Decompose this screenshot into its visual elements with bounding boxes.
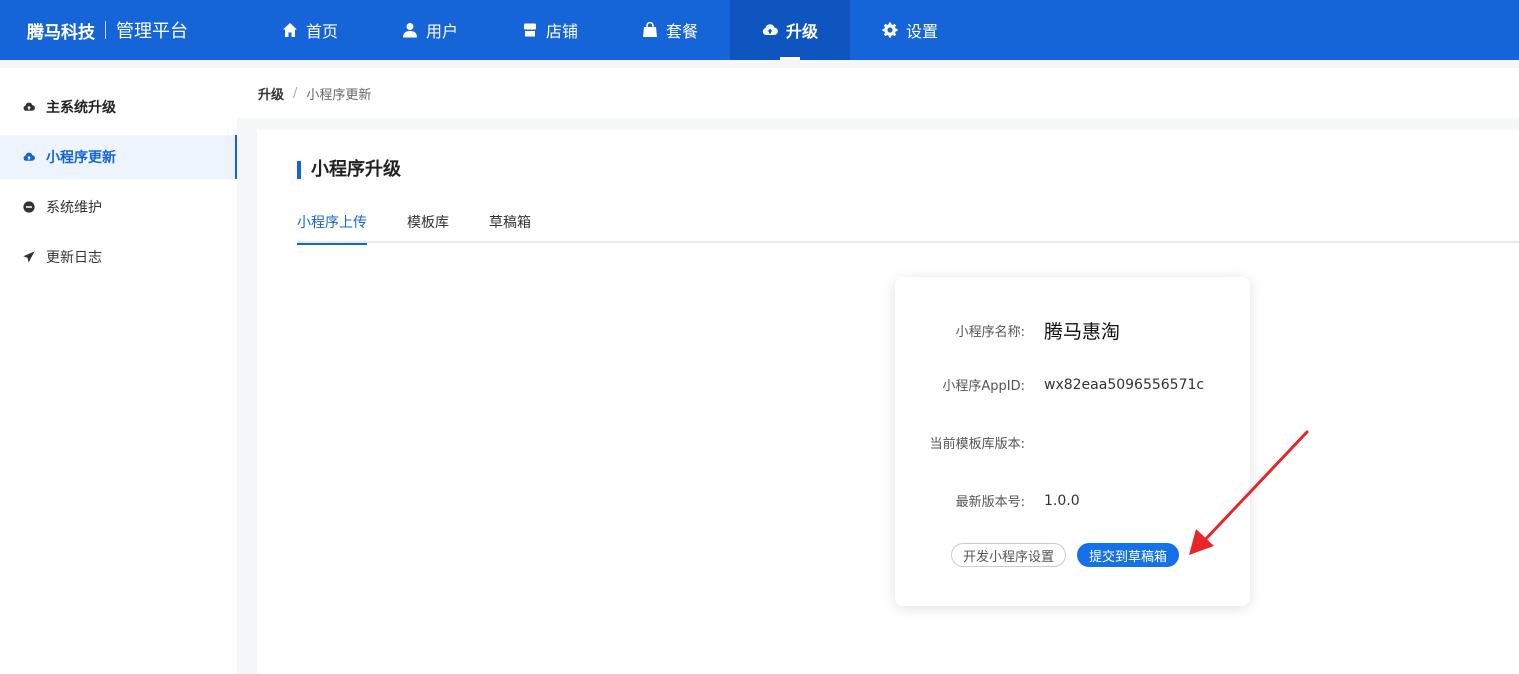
latest-version-label: 最新版本号:	[955, 495, 1025, 510]
template-version-label: 当前模板库版本:	[929, 437, 1025, 452]
latest-version-row: 最新版本号: 1.0.0	[895, 491, 1250, 511]
minus-circle-icon	[23, 201, 35, 213]
nav-item-label: 升级	[785, 22, 818, 41]
sidebar-item-label: 小程序更新	[46, 150, 116, 166]
tab-template-library[interactable]: 模板库	[407, 212, 449, 243]
main-nav: 首页 用户 店铺 套餐 升级 设置	[250, 0, 970, 60]
cloud-upload-icon	[23, 102, 35, 111]
appid-label: 小程序AppID:	[942, 379, 1025, 394]
nav-item-settings[interactable]: 设置	[850, 0, 970, 60]
latest-version-value: 1.0.0	[1044, 492, 1080, 509]
card-actions: 开发小程序设置 提交到草稿箱	[951, 543, 1180, 567]
miniprogram-info-card: 小程序名称: 腾马惠淘 小程序AppID: wx82eaa5096556571c…	[895, 277, 1250, 606]
user-icon	[402, 23, 417, 38]
brand-logo: 腾马科技	[27, 22, 95, 43]
home-icon	[282, 23, 297, 37]
nav-item-home[interactable]: 首页	[250, 0, 370, 60]
brand-subtitle: 管理平台	[116, 21, 188, 42]
cloud-upload-icon	[762, 24, 778, 36]
brand-divider	[105, 21, 106, 39]
name-row: 小程序名称: 腾马惠淘	[895, 317, 1250, 344]
name-label: 小程序名称:	[955, 325, 1025, 340]
breadcrumb-root[interactable]: 升级	[258, 84, 284, 103]
gear-icon	[882, 22, 898, 38]
store-icon	[523, 23, 536, 37]
brand: 腾马科技 管理平台	[0, 0, 240, 60]
appid-value: wx82eaa5096556571c	[1044, 376, 1205, 393]
submit-to-drafts-button[interactable]: 提交到草稿箱	[1077, 543, 1180, 567]
nav-item-label: 套餐	[665, 22, 698, 41]
name-value: 腾马惠淘	[1044, 321, 1121, 343]
nav-item-upgrade[interactable]: 升级	[730, 0, 850, 60]
cloud-upload-icon	[23, 152, 35, 161]
sidebar: 主系统升级 小程序更新 系统维护 更新日志	[0, 68, 237, 674]
miniprogram-settings-button[interactable]: 开发小程序设置	[951, 543, 1067, 567]
sidebar-item-miniprogram-update[interactable]: 小程序更新	[0, 135, 237, 179]
nav-item-label: 首页	[305, 22, 338, 41]
nav-item-label: 用户	[425, 22, 458, 41]
sidebar-item-main-upgrade[interactable]: 主系统升级	[0, 85, 237, 129]
send-icon	[23, 251, 35, 263]
tab-bar: 小程序上传 模板库 草稿箱	[297, 212, 1519, 245]
main-panel: 小程序升级 小程序上传 模板库 草稿箱 小程序名称: 腾马惠淘 小程序AppID…	[257, 130, 1519, 674]
tab-upload[interactable]: 小程序上传	[297, 212, 367, 245]
top-navbar: 腾马科技 管理平台 首页 用户 店铺 套餐 升级 设置	[0, 0, 1519, 60]
section-title: 小程序升级	[297, 161, 401, 179]
nav-item-label: 店铺	[545, 22, 578, 41]
sidebar-item-label: 主系统升级	[46, 100, 116, 116]
tab-drafts[interactable]: 草稿箱	[489, 212, 531, 243]
sidebar-item-maintenance[interactable]: 系统维护	[0, 185, 237, 229]
bag-icon	[642, 22, 657, 37]
nav-item-stores[interactable]: 店铺	[490, 0, 610, 60]
nav-item-label: 设置	[905, 22, 938, 41]
sidebar-item-label: 系统维护	[46, 200, 102, 216]
breadcrumb-current: 小程序更新	[306, 87, 372, 103]
sidebar-item-changelog[interactable]: 更新日志	[0, 235, 237, 279]
breadcrumb-separator: /	[293, 85, 298, 101]
nav-item-users[interactable]: 用户	[370, 0, 490, 60]
appid-row: 小程序AppID: wx82eaa5096556571c	[895, 375, 1250, 395]
sidebar-item-label: 更新日志	[46, 250, 102, 266]
template-version-row: 当前模板库版本:	[895, 433, 1250, 452]
nav-item-packages[interactable]: 套餐	[610, 0, 730, 60]
breadcrumb: 升级 / 小程序更新	[237, 60, 1519, 118]
